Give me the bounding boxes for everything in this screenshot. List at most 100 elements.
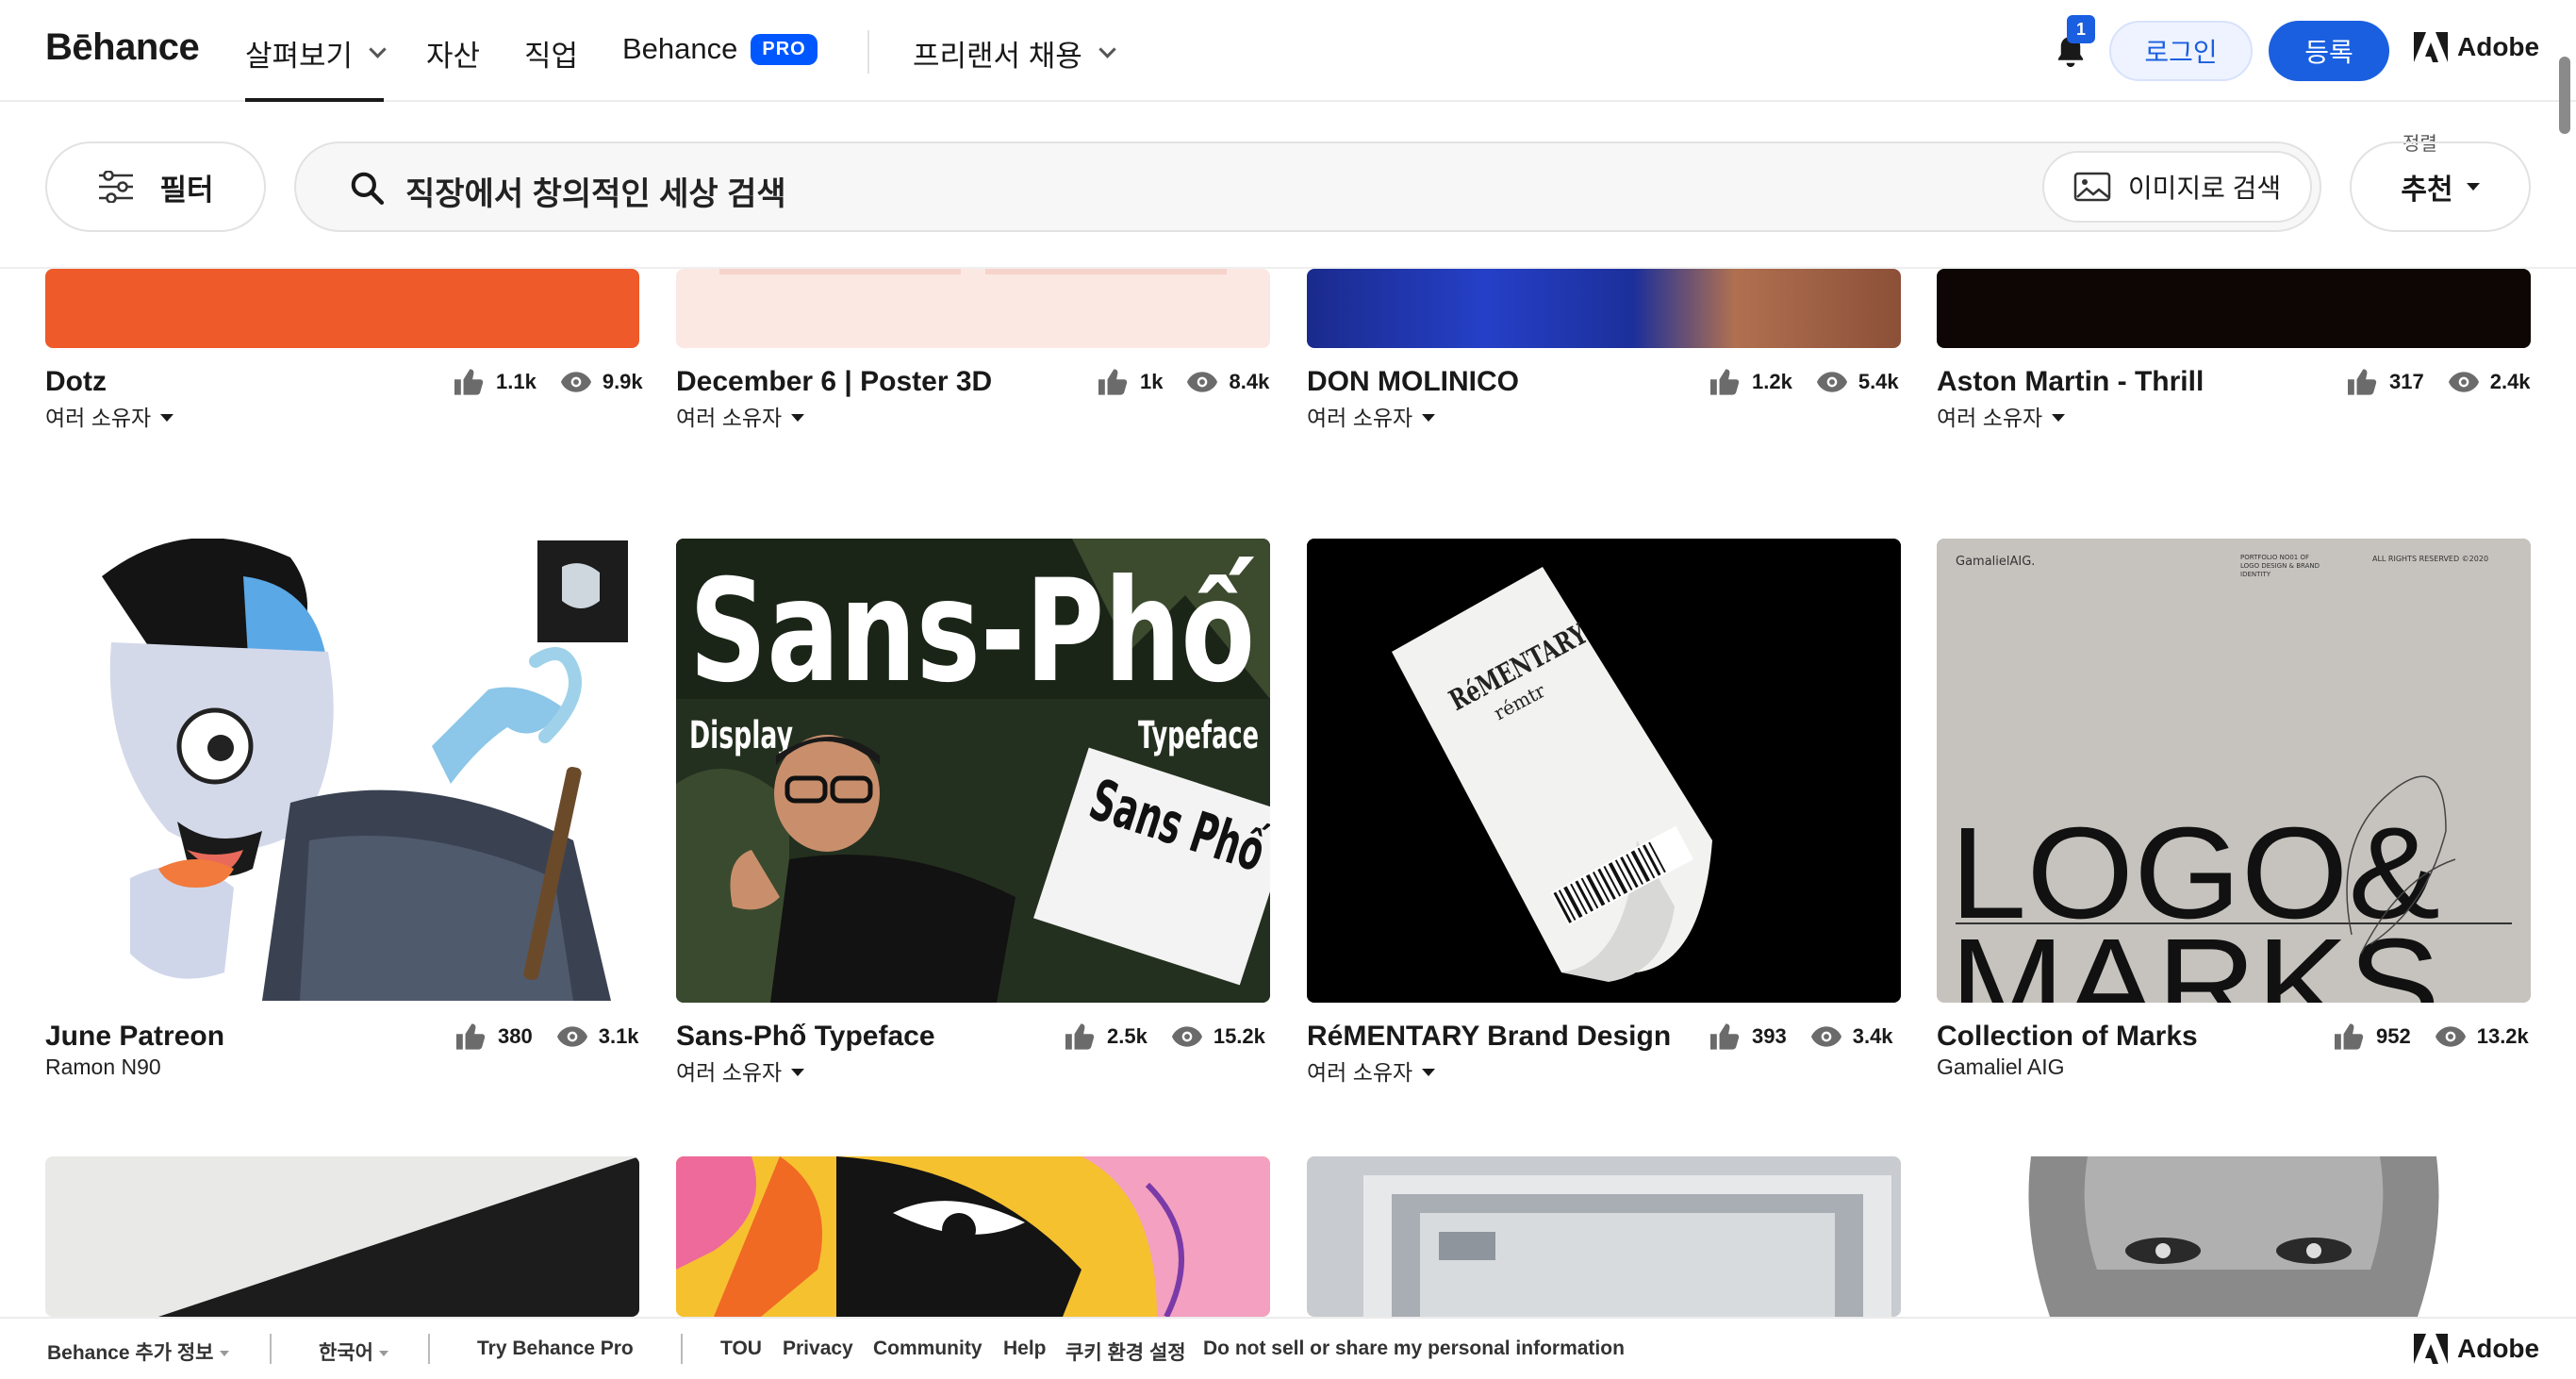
project-title[interactable]: RéMENTARY Brand Design [1307, 1021, 1671, 1053]
project-thumbnail[interactable] [1937, 1156, 2531, 1317]
project-owner[interactable]: Ramon N90 [45, 1055, 161, 1080]
poster-strip [719, 269, 961, 274]
project-stats: 317 2.4k [2346, 368, 2531, 396]
project-stats: 380 3.1k [454, 1022, 639, 1051]
footer-tou[interactable]: TOU [720, 1337, 762, 1360]
typeface-poster: Sans-Phố Display Typeface Sans Phố [676, 539, 1270, 1003]
adobe-footer-label: Adobe [2457, 1334, 2540, 1363]
project-owner[interactable]: 여러 소유자 [45, 400, 174, 432]
thumbs-up-icon [1710, 369, 1740, 395]
owner-name: 여러 소유자 [676, 406, 783, 430]
project-title[interactable]: Dotz [45, 366, 107, 398]
caret-down-icon [791, 414, 805, 422]
footer-divider [270, 1334, 272, 1364]
dark-book-image [158, 1156, 639, 1317]
project-title[interactable]: December 6 | Poster 3D [676, 366, 992, 398]
eye-icon [1171, 1026, 1202, 1047]
page-scrollbar[interactable] [2559, 57, 2570, 134]
project-owner[interactable]: Gamaliel AIG [1937, 1055, 2065, 1080]
project-thumbnail[interactable]: Sans-Phố Display Typeface Sans Phố [676, 539, 1270, 1003]
adobe-link[interactable]: Adobe [2414, 32, 2539, 62]
nav-jobs[interactable]: 직업 [524, 32, 578, 75]
footer-adobe-link[interactable]: Adobe [2414, 1334, 2539, 1364]
thumbs-up-icon [454, 369, 484, 395]
project-title[interactable]: Collection of Marks [1937, 1021, 2198, 1053]
notification-badge: 1 [2067, 15, 2095, 43]
sort-value: 추천 [2401, 174, 2453, 206]
project-thumbnail[interactable] [45, 269, 639, 348]
signup-button[interactable]: 등록 [2269, 21, 2389, 81]
project-owner[interactable]: 여러 소유자 [1937, 400, 2066, 432]
caret-down-icon [2052, 414, 2066, 422]
likes-count: 952 [2376, 1024, 2411, 1048]
project-thumbnail[interactable] [45, 1156, 639, 1317]
project-owner[interactable]: 여러 소유자 [1307, 400, 1436, 432]
views-count: 15.2k [1213, 1024, 1265, 1048]
footer-more-info[interactable]: Behance 추가 정보 [47, 1337, 229, 1366]
footer-divider [428, 1334, 430, 1364]
project-thumbnail[interactable] [45, 539, 639, 1003]
footer-cookie[interactable]: 쿠키 환경 설정 [1065, 1337, 1186, 1366]
views-count: 9.9k [602, 370, 643, 393]
thumbs-up-icon [2335, 1023, 2364, 1050]
views-count: 13.2k [2476, 1024, 2529, 1048]
project-thumbnail[interactable] [1937, 269, 2531, 348]
project-title[interactable]: June Patreon [45, 1021, 224, 1053]
nav-hire-freelancer[interactable]: 프리랜서 채용 [913, 32, 1116, 75]
sort-dropdown[interactable]: 추천 [2350, 141, 2531, 232]
footer-divider [681, 1334, 683, 1364]
image-icon [2073, 172, 2111, 202]
thumbs-up-icon [1710, 1023, 1740, 1050]
nav-assets[interactable]: 자산 [426, 32, 480, 75]
nav-hire-label: 프리랜서 채용 [913, 40, 1082, 73]
nav-assets-label: 자산 [426, 40, 481, 73]
thumbs-up-icon [456, 1023, 486, 1050]
bw-portrait [1937, 1156, 2531, 1317]
nav-jobs-label: 직업 [524, 40, 579, 73]
cover-rights: ALL RIGHTS RESERVED ©2020 [2372, 555, 2488, 563]
caret-down-icon [2466, 183, 2480, 191]
footer-privacy[interactable]: Privacy [783, 1337, 853, 1360]
thumbs-up-icon [1065, 1023, 1095, 1050]
views-count: 3.4k [1852, 1024, 1893, 1048]
footer-language[interactable]: 한국어 [319, 1337, 388, 1366]
footer-community[interactable]: Community [873, 1337, 983, 1360]
image-search-button[interactable]: 이미지로 검색 [2042, 151, 2312, 223]
project-owner[interactable]: 여러 소유자 [1307, 1055, 1436, 1087]
project-title[interactable]: Aston Martin - Thrill [1937, 366, 2204, 398]
pro-badge: PRO [751, 33, 817, 65]
cover-headline-1: LOGO& [1950, 801, 2440, 946]
footer-do-not-sell[interactable]: Do not sell or share my personal informa… [1203, 1337, 1625, 1360]
eye-icon [556, 1026, 587, 1047]
footer-help[interactable]: Help [1003, 1337, 1047, 1360]
project-thumbnail[interactable]: GamalielAIG. PORTFOLIO NO01 OF LOGO DESI… [1937, 539, 2531, 1003]
project-thumbnail[interactable] [676, 1156, 1270, 1317]
logo-marks-cover: GamalielAIG. PORTFOLIO NO01 OF LOGO DESI… [1937, 539, 2531, 1003]
top-navigation: Bēhance 살펴보기 자산 직업 Behance PRO 프리랜서 채용 1… [0, 0, 2576, 102]
project-thumbnail[interactable]: RéMENTARY rémtr [1307, 539, 1901, 1003]
likes-count: 1.2k [1752, 370, 1792, 393]
search-input[interactable]: 직장에서 창의적인 세상 검색 이미지로 검색 [294, 141, 2321, 232]
nav-behance-pro[interactable]: Behance PRO [622, 32, 817, 66]
views-count: 3.1k [598, 1024, 639, 1048]
project-thumbnail[interactable] [676, 269, 1270, 348]
likes-count: 380 [498, 1024, 533, 1048]
project-owner[interactable]: 여러 소유자 [676, 400, 805, 432]
footer-try-pro[interactable]: Try Behance Pro [477, 1337, 634, 1360]
nav-explore[interactable]: 살펴보기 [245, 32, 387, 102]
project-title[interactable]: Sans-Phố Typeface [676, 1021, 935, 1053]
sliders-icon [99, 171, 134, 203]
project-stats: 1.2k 5.4k [1709, 368, 1899, 396]
project-title[interactable]: DON MOLINICO [1307, 366, 1519, 398]
project-thumbnail[interactable] [1307, 269, 1901, 348]
login-button[interactable]: 로그인 [2109, 21, 2253, 81]
project-stats: 952 13.2k [2333, 1022, 2529, 1051]
eye-icon [1810, 1026, 1841, 1047]
cover-headline-2: MARKS [1950, 912, 2440, 1003]
filter-button[interactable]: 필터 [45, 141, 266, 232]
project-stats: 1.1k 9.9k [453, 368, 643, 396]
receipt-mockup: RéMENTARY rémtr [1307, 539, 1901, 1003]
project-thumbnail[interactable] [1307, 1156, 1901, 1317]
project-owner[interactable]: 여러 소유자 [676, 1055, 805, 1087]
behance-logo[interactable]: Bēhance [45, 26, 200, 69]
